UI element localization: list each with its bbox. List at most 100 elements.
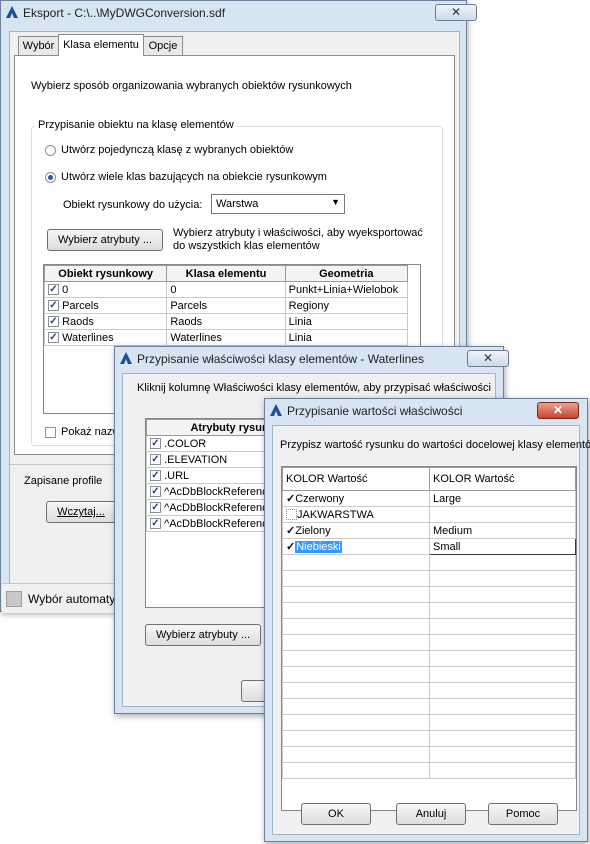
class-cell[interactable]: Parcels [166, 297, 286, 314]
source-value-cell: Niebieski [295, 541, 342, 553]
empty-row [282, 730, 576, 747]
table-row-selected[interactable]: ✓Niebieski Small [282, 538, 576, 555]
row-checkbox[interactable]: ✓ [150, 518, 161, 530]
check-icon[interactable]: ✓ [286, 493, 295, 505]
column-header[interactable]: Klasa elementu [166, 265, 286, 282]
values-titlebar[interactable]: Przypisanie wartości właściwości ✕ [265, 399, 587, 423]
close-icon[interactable]: ✕ [435, 4, 477, 21]
empty-row [282, 682, 576, 699]
object-label: Obiekt rysunkowy do użycia: [63, 199, 203, 211]
properties-instruction: Kliknij kolumnę Właściwości klasy elemen… [137, 382, 491, 394]
table-row[interactable]: ✓Zielony Medium [282, 522, 576, 539]
group-title: Przypisanie obiektu na klasę elementów [35, 119, 237, 131]
radio-single-label[interactable]: Utwórz pojedynczą klasę z wybranych obie… [61, 144, 293, 156]
empty-row [282, 666, 576, 683]
empty-row [282, 634, 576, 651]
table-row[interactable]: ✓ Raods Raods Linia [44, 313, 409, 330]
geometry-cell[interactable]: Linia [284, 313, 409, 330]
object-dropdown[interactable]: Warstwa ▼ [211, 194, 345, 214]
target-value-input[interactable]: Small [429, 538, 576, 555]
row-checkbox[interactable]: ✓ [48, 284, 59, 296]
empty-row [282, 650, 576, 667]
table-row[interactable]: ✓ .ELEVATION [146, 451, 274, 468]
load-profile-button[interactable]: Wczytaj... [46, 501, 116, 523]
attributes-table: Atrybuty rysunku ✓ .COLOR ✓ .ELEVATION ✓… [146, 419, 274, 532]
radio-multiple-classes[interactable] [45, 172, 56, 183]
row-checkbox[interactable]: ✓ [150, 438, 161, 450]
status-text: Wybór automaty [28, 592, 116, 606]
close-icon[interactable]: ✕ [467, 350, 509, 367]
saved-profiles-label: Zapisane profile [24, 475, 103, 487]
app-icon [120, 352, 132, 364]
close-icon[interactable]: ✕ [537, 402, 579, 419]
table-row[interactable]: JAKWARSTWA [282, 506, 576, 523]
attribute-cell: ^AcDbBlockReference [164, 485, 274, 498]
properties-titlebar[interactable]: Przypisanie właściwości klasy elementów … [115, 347, 509, 371]
row-checkbox[interactable]: ✓ [48, 300, 59, 312]
dialog-title: Przypisanie wartości właściwości [287, 404, 463, 418]
values-table: KOLOR Wartość KOLOR Wartość ✓Czerwony Lar… [282, 467, 576, 779]
column-header[interactable]: Atrybuty rysunku [146, 419, 274, 436]
table-row[interactable]: ✓Czerwony Large [282, 490, 576, 507]
values-grid[interactable]: KOLOR Wartość KOLOR Wartość ✓Czerwony Lar… [281, 466, 577, 811]
row-checkbox[interactable]: ✓ [150, 502, 161, 514]
row-checkbox[interactable]: ✓ [48, 316, 59, 328]
column-header[interactable]: KOLOR Wartość [429, 467, 576, 491]
table-row[interactable]: ✓ Parcels Parcels Regiony [44, 297, 409, 314]
target-value-cell[interactable]: Medium [429, 522, 576, 539]
show-names-checkbox[interactable] [45, 427, 56, 438]
class-cell[interactable]: 0 [166, 281, 286, 298]
check-icon[interactable]: ✓ [286, 541, 295, 553]
empty-row [282, 714, 576, 731]
radio-multiple-label[interactable]: Utwórz wiele klas bazujących na obiekcie… [61, 171, 327, 183]
empty-row [282, 618, 576, 635]
geometry-cell[interactable]: Regiony [284, 297, 409, 314]
attributes-grid[interactable]: Atrybuty rysunku ✓ .COLOR ✓ .ELEVATION ✓… [145, 418, 275, 608]
table-row[interactable]: ✓ ^AcDbBlockReference [146, 515, 274, 532]
empty-row [282, 554, 576, 571]
column-header[interactable]: Obiekt rysunkowy [44, 265, 168, 282]
class-cell[interactable]: Raods [166, 313, 286, 330]
table-row[interactable]: ✓ 0 0 Punkt+Linia+Wielobok [44, 281, 409, 298]
ok-button[interactable]: OK [301, 803, 371, 825]
tab-wybor[interactable]: Wybór [18, 36, 59, 55]
empty-row [282, 602, 576, 619]
table-row[interactable]: ✓ ^AcDbBlockReference [146, 483, 274, 500]
row-checkbox[interactable]: ✓ [48, 332, 59, 344]
table-row[interactable]: ✓ .COLOR [146, 435, 274, 452]
table-row[interactable]: ✓ Waterlines Waterlines Linia [44, 329, 409, 346]
class-cell[interactable]: Waterlines [166, 329, 286, 346]
empty-row [282, 586, 576, 603]
object-dropdown-value: Warstwa [216, 198, 259, 210]
table-row[interactable]: ✓ ^AcDbBlockReference [146, 499, 274, 516]
tab-klasa-elementu[interactable]: Klasa elementu [58, 34, 144, 56]
status-icon [6, 591, 22, 607]
choose-attributes-button[interactable]: Wybierz atrybuty ... [47, 229, 163, 251]
empty-row [282, 762, 576, 779]
export-titlebar[interactable]: Eksport - C:\..\MyDWGConversion.sdf ✕ [1, 1, 477, 25]
row-checkbox[interactable]: ✓ [150, 470, 161, 482]
row-checkbox[interactable] [286, 509, 297, 521]
check-icon[interactable]: ✓ [286, 525, 295, 537]
values-client: Przypisz wartość rysunku do wartości doc… [272, 425, 590, 835]
geometry-cell[interactable]: Punkt+Linia+Wielobok [284, 281, 409, 298]
column-header[interactable]: Geometria [284, 265, 409, 282]
show-names-label[interactable]: Pokaż nazw [61, 426, 120, 438]
empty-row [282, 746, 576, 763]
values-dialog: Przypisanie wartości właściwości ✕ Przyp… [264, 398, 590, 842]
target-value-cell[interactable]: Large [429, 490, 576, 507]
radio-single-class[interactable] [45, 145, 56, 156]
help-button[interactable]: Pomoc [488, 803, 558, 825]
cancel-button[interactable]: Anuluj [396, 803, 466, 825]
object-cell: Waterlines [62, 331, 114, 344]
column-header[interactable]: KOLOR Wartość [282, 467, 430, 491]
target-value-cell[interactable] [429, 506, 576, 523]
attribute-cell: .URL [164, 469, 190, 482]
row-checkbox[interactable]: ✓ [150, 486, 161, 498]
geometry-cell[interactable]: Linia [284, 329, 409, 346]
table-row[interactable]: ✓ .URL [146, 467, 274, 484]
row-checkbox[interactable]: ✓ [150, 454, 161, 466]
tab-opcje[interactable]: Opcje [143, 36, 183, 55]
choose-attributes-button[interactable]: Wybierz atrybuty ... [145, 624, 261, 646]
tab-label: Wybór [22, 40, 55, 52]
